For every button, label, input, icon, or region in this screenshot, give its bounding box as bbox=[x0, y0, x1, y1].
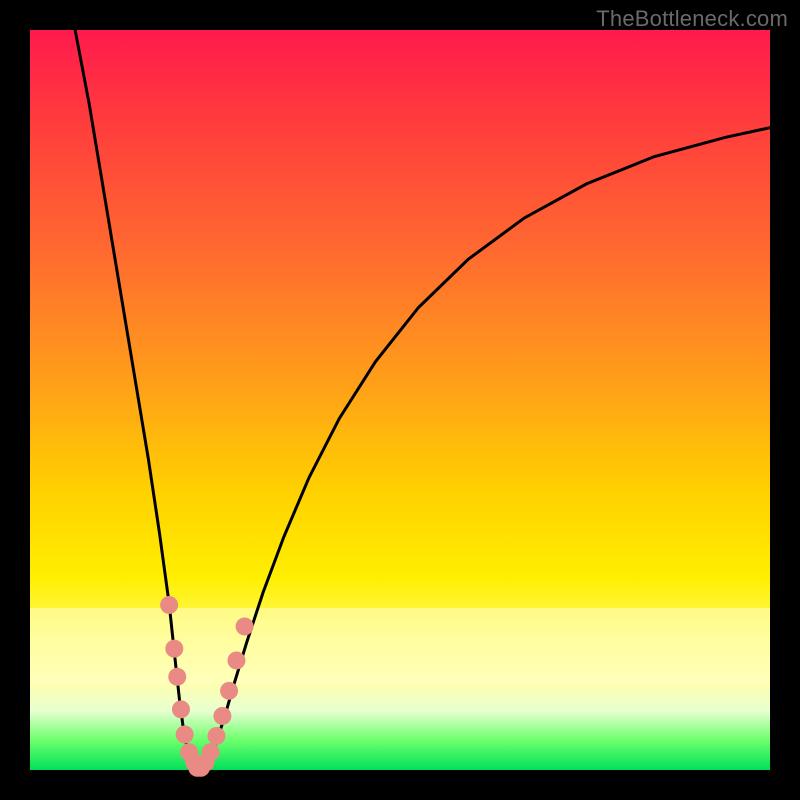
data-dot bbox=[176, 725, 194, 743]
data-dots bbox=[160, 596, 253, 777]
data-dot bbox=[172, 700, 190, 718]
data-dot bbox=[192, 759, 210, 777]
data-dot bbox=[207, 727, 225, 745]
data-dot bbox=[220, 682, 238, 700]
data-dot bbox=[202, 743, 220, 761]
curve-layer bbox=[30, 30, 770, 770]
data-dot bbox=[213, 707, 231, 725]
data-dot bbox=[165, 640, 183, 658]
plot-area bbox=[30, 30, 770, 770]
data-dot bbox=[227, 651, 245, 669]
data-dot bbox=[236, 617, 254, 635]
chart-frame: TheBottleneck.com bbox=[0, 0, 800, 800]
data-dot bbox=[160, 596, 178, 614]
bottleneck-curve bbox=[75, 30, 770, 769]
watermark-text: TheBottleneck.com bbox=[596, 6, 788, 32]
data-dot bbox=[168, 668, 186, 686]
